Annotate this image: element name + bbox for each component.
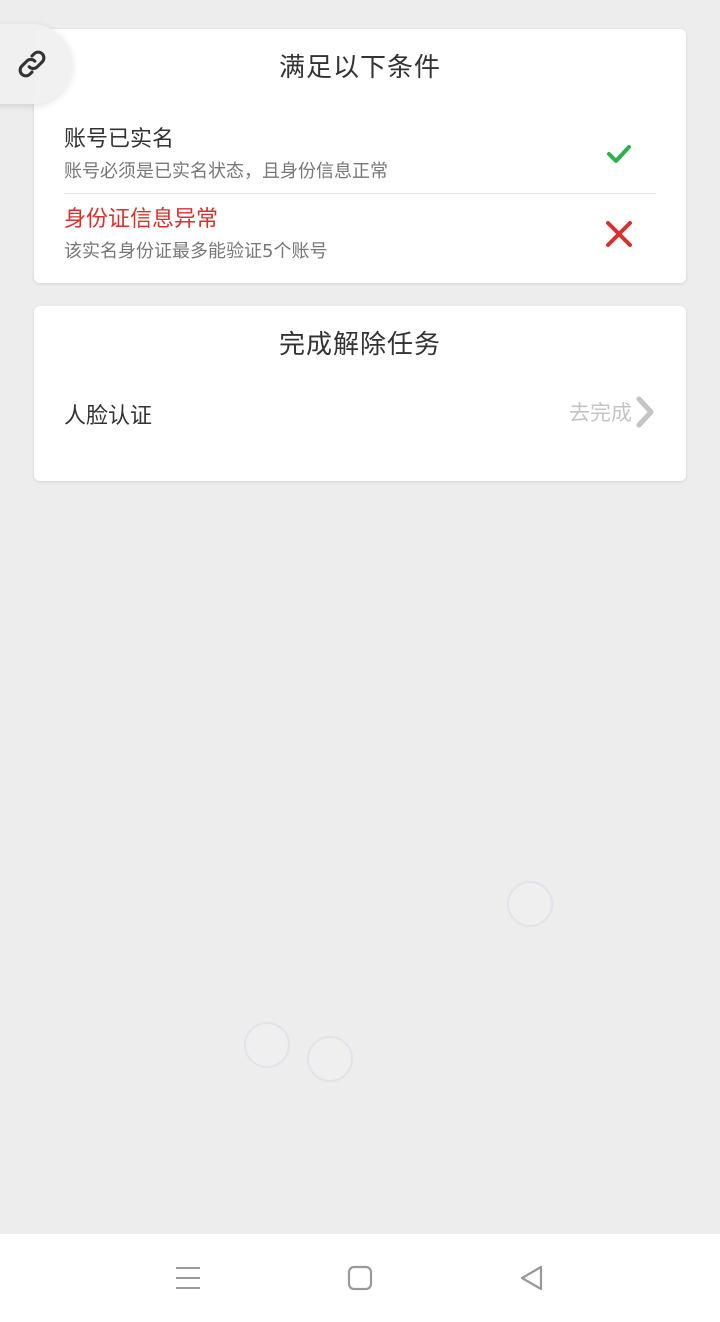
condition-description: 账号必须是已实名状态，且身份信息正常 xyxy=(64,161,388,182)
divider xyxy=(64,193,656,194)
ghost-circle xyxy=(307,1036,353,1082)
menu-icon[interactable] xyxy=(172,1262,204,1294)
tasks-title: 完成解除任务 xyxy=(278,330,441,360)
ghost-circle xyxy=(244,1022,290,1068)
condition-title: 账号已实名 xyxy=(64,127,175,152)
condition-title: 身份证信息异常 xyxy=(64,207,219,232)
go-complete-button[interactable]: 去完成 xyxy=(569,396,656,428)
back-triangle-icon[interactable] xyxy=(516,1262,548,1294)
task-label: 人脸认证 xyxy=(64,404,153,429)
condition-item-id-abnormal: 身份证信息异常 该实名身份证最多能验证5个账号 xyxy=(64,201,656,273)
home-square-icon[interactable] xyxy=(344,1262,376,1294)
tasks-card: 完成解除任务 人脸认证 去完成 xyxy=(34,306,686,481)
link-icon xyxy=(18,50,46,78)
conditions-title: 满足以下条件 xyxy=(278,53,441,83)
condition-item-real-name: 账号已实名 账号必须是已实名状态，且身份信息正常 xyxy=(64,121,656,193)
go-complete-label: 去完成 xyxy=(569,401,632,425)
system-navigation-bar xyxy=(0,1234,720,1322)
conditions-card: 满足以下条件 账号已实名 账号必须是已实名状态，且身份信息正常 身份证信息异常 … xyxy=(34,29,686,283)
task-row-face-verification[interactable]: 人脸认证 去完成 xyxy=(64,392,656,432)
condition-description: 该实名身份证最多能验证5个账号 xyxy=(64,241,328,262)
check-icon xyxy=(607,145,631,163)
ghost-circle xyxy=(507,881,553,927)
cross-icon xyxy=(606,221,632,247)
chevron-right-icon xyxy=(636,396,654,428)
